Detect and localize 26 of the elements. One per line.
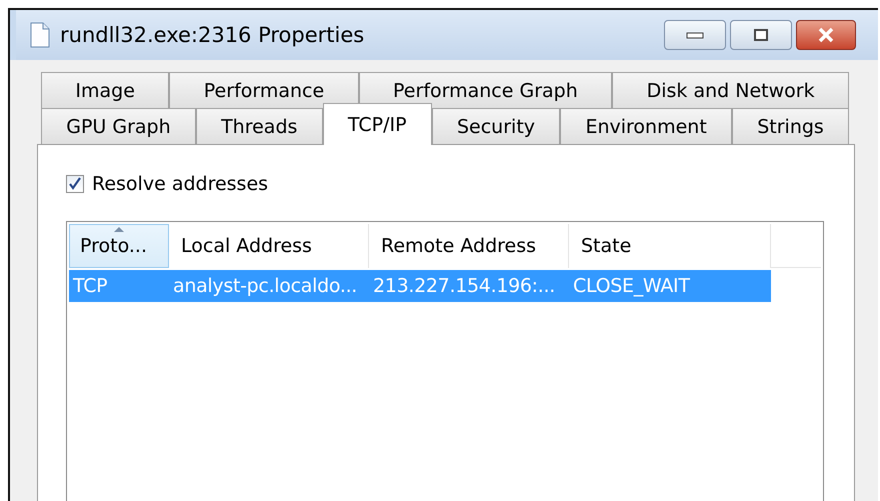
checkbox[interactable] [66,175,84,193]
close-icon [816,27,836,43]
table-cell-text: TCP [72,275,108,297]
tab[interactable]: Threads [196,108,323,144]
column-header[interactable]: Proto... [69,224,169,268]
tab[interactable]: Performance [169,72,359,108]
tab[interactable]: Performance Graph [358,72,612,108]
tab[interactable]: Strings [732,108,850,144]
maximize-icon [753,28,769,42]
tab[interactable]: Image [41,72,170,108]
tab[interactable]: Environment [560,108,732,144]
close-button[interactable] [796,20,856,50]
minimize-button[interactable] [664,20,726,50]
tab[interactable]: Security [432,108,560,144]
checkbox-label[interactable]: Resolve addresses [92,173,268,195]
document-icon [30,22,50,48]
window-title: rundll32.exe:2316 Properties [60,23,364,47]
minimize-icon [686,31,704,39]
table-cell-text: 213.227.154.196:... [372,275,556,297]
sort-ascending-icon [114,227,124,232]
table-cell-text: analyst-pc.localdo... [172,275,358,297]
tab[interactable]: TCP/IP [322,103,432,145]
tab[interactable]: Disk and Network [612,72,849,108]
maximize-button[interactable] [730,20,792,50]
tab[interactable]: GPU Graph [41,108,196,144]
table-cell-text: CLOSE_WAIT [572,275,691,297]
